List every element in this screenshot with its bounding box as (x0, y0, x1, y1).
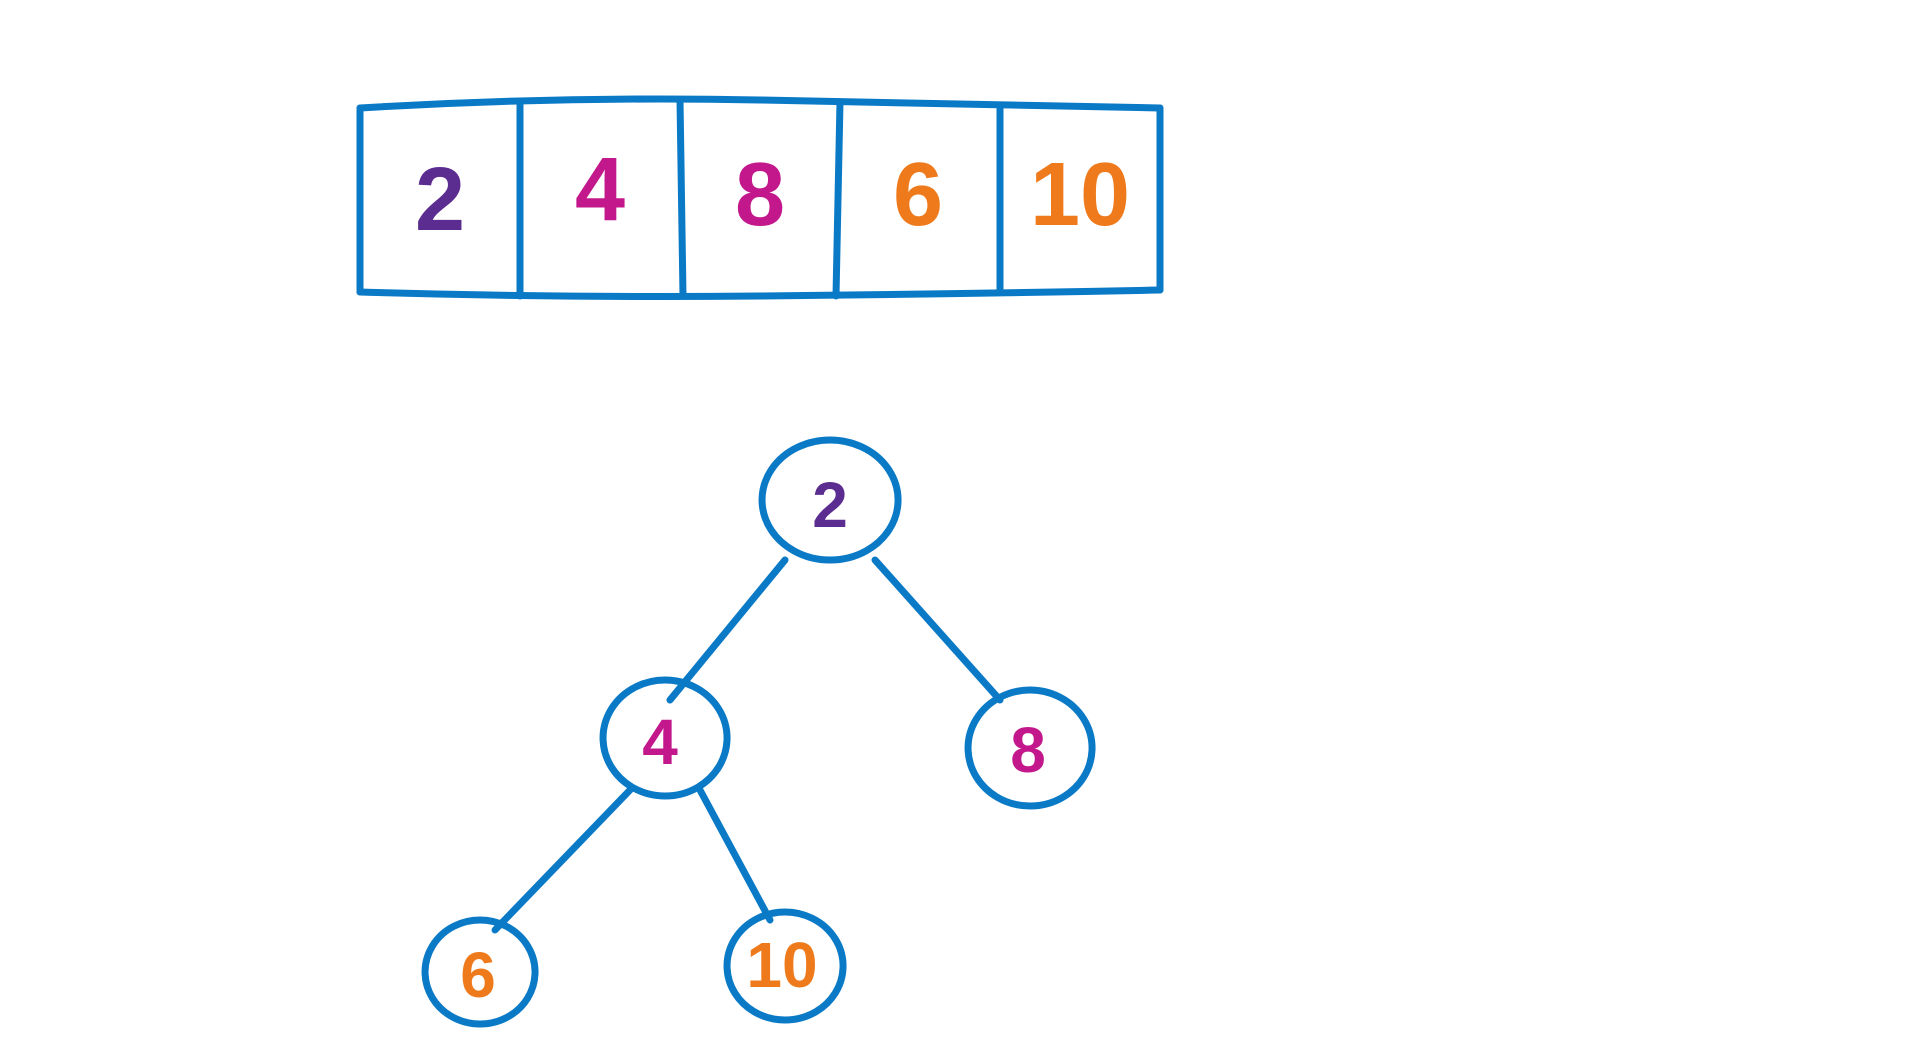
edge-root-right (875, 560, 1000, 700)
array-top-border (360, 99, 1160, 108)
diagram-stage: 2 4 8 6 10 2 4 8 6 10 (0, 0, 1914, 1059)
array-divider-3 (836, 102, 840, 296)
array-cell-2: 8 (735, 150, 785, 240)
node-root-value: 2 (812, 473, 848, 537)
array-cell-1: 4 (575, 145, 625, 235)
edge-left-leftleft (495, 790, 630, 930)
node-right-value: 8 (1010, 718, 1046, 782)
node-left-left-value: 6 (460, 943, 496, 1007)
edge-left-leftright (700, 790, 770, 920)
array-cell-3: 6 (893, 150, 943, 240)
diagram-svg (0, 0, 1914, 1059)
array-bottom-border (360, 290, 1160, 297)
array-divider-2 (680, 100, 683, 296)
array-cell-4: 10 (1030, 150, 1130, 240)
edge-root-left (670, 560, 785, 700)
array-cell-0: 2 (415, 155, 465, 245)
node-left-right-value: 10 (746, 933, 817, 997)
node-left-value: 4 (642, 710, 678, 774)
